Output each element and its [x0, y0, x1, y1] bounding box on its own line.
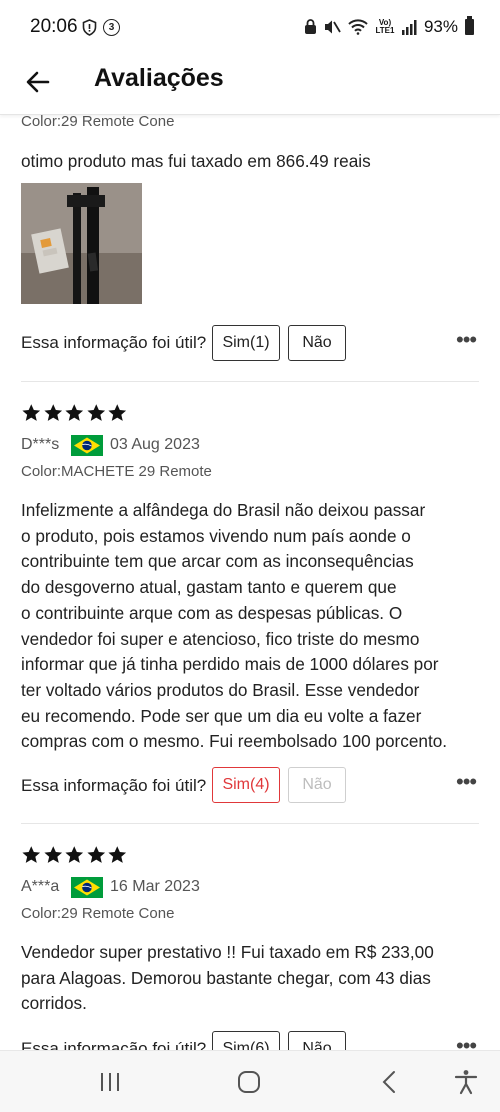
star-icon	[22, 404, 41, 421]
more-options-icon[interactable]: •••	[456, 1033, 477, 1050]
review-date: 03 Aug 2023	[110, 436, 200, 453]
review-date: 16 Mar 2023	[110, 878, 200, 895]
fork-product-image	[21, 183, 142, 304]
divider	[21, 823, 479, 824]
star-icon	[65, 404, 84, 421]
badge-3-icon: 3	[103, 19, 120, 36]
helpful-yes-button[interactable]: Sim(4)	[212, 767, 280, 803]
review-text: otimo produto mas fui taxado em 866.49 r…	[21, 151, 371, 171]
brazil-flag-icon	[71, 877, 103, 898]
status-bar: 20:06 3 Vo) LTE1 93%	[0, 0, 500, 56]
page-title: Avaliações	[94, 64, 224, 92]
home-icon[interactable]	[235, 1069, 263, 1095]
review-text: Vendedor super prestativo !! Fui taxado …	[21, 942, 434, 1014]
more-options-icon[interactable]: •••	[456, 327, 477, 353]
wifi-icon	[348, 19, 368, 35]
back-icon[interactable]	[376, 1069, 404, 1095]
review-photo[interactable]	[21, 183, 142, 304]
star-icon	[22, 846, 41, 863]
brazil-flag-icon	[71, 435, 103, 456]
helpful-yes-button[interactable]: Sim(1)	[212, 325, 280, 361]
helpful-label: Essa informação foi útil?	[21, 776, 207, 795]
lock-icon	[304, 19, 316, 34]
mute-icon	[324, 20, 341, 34]
star-icon	[108, 846, 127, 863]
system-nav-bar	[0, 1050, 500, 1112]
helpful-label: Essa informação foi útil?	[21, 333, 207, 352]
review-color: Color:MACHETE 29 Remote	[21, 463, 212, 480]
rating-stars	[21, 845, 128, 865]
divider	[21, 381, 479, 382]
rating-stars	[21, 403, 128, 423]
review-user: D***s	[21, 436, 60, 453]
helpful-label: Essa informação foi útil?	[21, 1039, 207, 1050]
more-options-icon[interactable]: •••	[456, 769, 477, 795]
shield-icon	[82, 19, 97, 36]
review-text: Infelizmente a alfândega do Brasil não d…	[21, 500, 448, 752]
review-color: Color:29 Remote Cone	[21, 905, 175, 922]
reviews-list[interactable]: Color:29 Remote Cone otimo produto mas f…	[0, 114, 500, 1050]
star-icon	[86, 404, 105, 421]
star-icon	[43, 846, 62, 863]
star-icon	[108, 404, 127, 421]
app-bar: Avaliações	[0, 56, 500, 115]
back-arrow-icon[interactable]	[22, 66, 54, 98]
status-time: 20:06	[30, 16, 78, 37]
helpful-no-button[interactable]: Não	[288, 767, 346, 803]
star-icon	[86, 846, 105, 863]
recent-apps-icon[interactable]	[96, 1069, 124, 1095]
helpful-yes-button[interactable]: Sim(6)	[212, 1031, 280, 1050]
star-icon	[43, 404, 62, 421]
signal-icon	[401, 19, 417, 35]
battery-icon	[465, 16, 474, 35]
star-icon	[65, 846, 84, 863]
helpful-no-button[interactable]: Não	[288, 1031, 346, 1050]
review-color: Color:29 Remote Cone	[21, 114, 175, 130]
volte-icon: Vo) LTE1	[375, 18, 395, 35]
accessibility-icon[interactable]	[452, 1069, 480, 1095]
battery-percent: 93%	[423, 17, 458, 36]
review-user: A***a	[21, 878, 60, 895]
helpful-no-button[interactable]: Não	[288, 325, 346, 361]
